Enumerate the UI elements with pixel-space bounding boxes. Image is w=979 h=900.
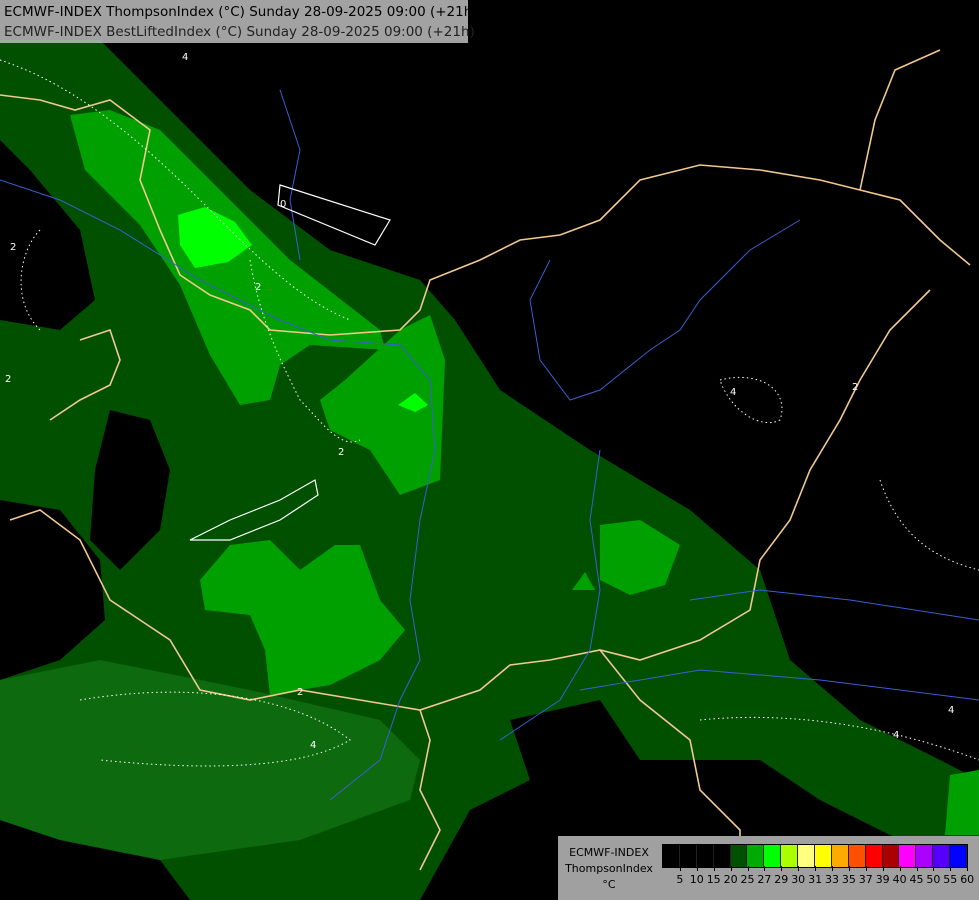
colorbar-swatch [696, 845, 714, 867]
colorbar-swatch [764, 845, 782, 867]
colorbar-tick [730, 866, 732, 871]
contour-label: 0 [280, 199, 286, 210]
colorbar-tick-label: 10 [689, 873, 704, 886]
colorbar-swatch [848, 845, 866, 867]
colorbar-tick [815, 866, 817, 871]
contour-label: 2 [10, 242, 16, 253]
colorbar-swatch [730, 845, 748, 867]
colorbar-tick-label: 31 [808, 873, 823, 886]
contour-label: 4 [730, 387, 736, 398]
colorbar-tick [747, 866, 749, 871]
colorbar-tick [933, 866, 935, 871]
colorbar-tick-label: 30 [791, 873, 806, 886]
colorbar-tick [916, 866, 918, 871]
colorbar-tick [679, 866, 681, 871]
colorbar-tick [832, 866, 833, 871]
contour-label: 2 [255, 282, 261, 293]
colorbar-tick-label: 45 [909, 873, 924, 886]
title-thompson-index: ECMWF-INDEX ThompsonIndex (°C) Sunday 28… [4, 4, 478, 20]
contour-label: 2 [297, 687, 303, 698]
colorbar-tick-label: 5 [676, 873, 684, 886]
colorbar-swatch [899, 845, 917, 867]
colorbar-swatch [798, 845, 816, 867]
colorbar-tick [713, 866, 715, 871]
colorbar-swatch [713, 845, 731, 867]
colorbar-swatch [950, 845, 968, 867]
colorbar-tick-label: 40 [892, 873, 907, 886]
colorbar-tick-label: 39 [875, 873, 890, 886]
contour-label: 4 [182, 52, 188, 63]
legend-unit: °C [602, 878, 616, 891]
colorbar-swatch [865, 845, 883, 867]
contour-label: 2 [852, 382, 858, 393]
colorbar-swatch [747, 845, 765, 867]
colorbar-tick-label: 15 [706, 873, 721, 886]
colorbar [662, 844, 969, 868]
contour-label: 2 [338, 447, 344, 458]
colorbar-tick [848, 866, 850, 871]
colorbar-tick [696, 866, 698, 871]
colorbar-swatch [663, 845, 680, 867]
colorbar-swatch [933, 845, 951, 867]
legend-parameter: ThompsonIndex [565, 862, 653, 875]
colorbar-tick-label: 20 [723, 873, 738, 886]
colorbar-tick [798, 866, 800, 871]
colorbar-tick [950, 866, 952, 871]
color-legend: ECMWF-INDEX ThompsonIndex °C 5 10 15 20 25 27… [558, 836, 979, 900]
colorbar-tick-label: 25 [740, 873, 755, 886]
colorbar-tick [865, 866, 867, 871]
colorbar-tick [781, 866, 783, 871]
colorbar-tick-label: 55 [943, 873, 958, 886]
colorbar-tick-label: 50 [926, 873, 941, 886]
colorbar-swatch [882, 845, 900, 867]
map-title: ECMWF-INDEX ThompsonIndex (°C) Sunday 28… [0, 0, 478, 43]
colorbar-swatch [916, 845, 934, 867]
colorbar-swatch [815, 845, 832, 867]
colorbar-swatch [781, 845, 799, 867]
colorbar-tick [764, 866, 766, 871]
colorbar-tick-label: 35 [841, 873, 856, 886]
colorbar-tick [882, 866, 884, 871]
contour-label: 4 [310, 740, 316, 751]
weather-map: 4 0 2 2 2 2 2 4 2 4 4 4 [0, 0, 979, 900]
contour-label: 4 [893, 730, 899, 741]
colorbar-tick-label: 29 [774, 873, 789, 886]
colorbar-tick-label: 60 [960, 873, 975, 886]
colorbar-tick-label: 33 [825, 873, 839, 886]
colorbar-tick [899, 866, 901, 871]
contour-label: 4 [948, 705, 954, 716]
title-best-lifted-index: ECMWF-INDEX BestLiftedIndex (°C) Sunday … [4, 24, 475, 40]
legend-model: ECMWF-INDEX [569, 846, 649, 859]
colorbar-tick-label: 27 [757, 873, 772, 886]
colorbar-tick-label: 37 [858, 873, 873, 886]
contour-label: 2 [5, 374, 11, 385]
colorbar-swatch [831, 845, 849, 867]
thompson-index-zone-mid [945, 770, 979, 835]
colorbar-swatch [679, 845, 697, 867]
colorbar-tick [967, 866, 969, 871]
